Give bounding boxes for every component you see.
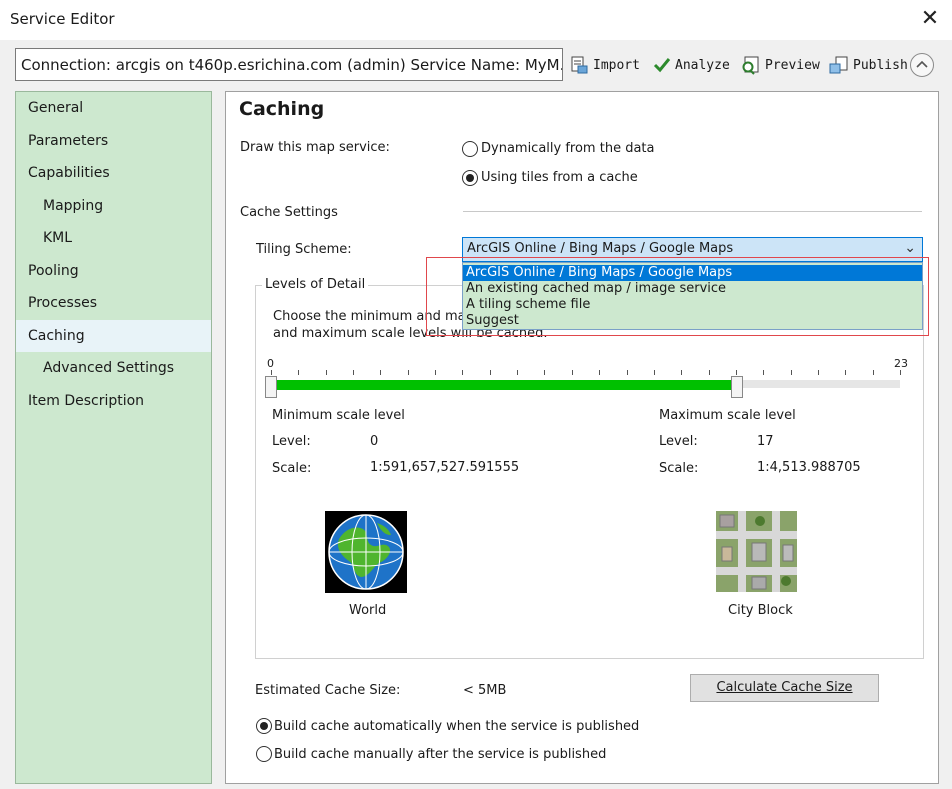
slider-tick <box>709 370 710 375</box>
sidebar-item-general[interactable]: General <box>16 92 211 124</box>
title-bar: Service Editor ✕ <box>0 0 952 40</box>
calculate-cache-size-label: Calculate Cache Size <box>716 680 853 695</box>
max-level-value: 17 <box>757 434 774 449</box>
publish-button[interactable]: Publish <box>829 52 908 78</box>
close-icon[interactable]: ✕ <box>916 4 944 34</box>
sidebar-item-capabilities[interactable]: Capabilities <box>16 157 211 189</box>
slider-tick <box>599 370 600 375</box>
radio-dynamic-label[interactable]: Dynamically from the data <box>481 141 654 156</box>
max-scale-heading: Maximum scale level <box>659 408 796 423</box>
divider <box>463 211 922 212</box>
max-level-label: Level: <box>659 434 698 449</box>
highlight-box <box>426 257 929 336</box>
sidebar: General Parameters Capabilities Mapping … <box>15 91 212 784</box>
max-scale-label: Scale: <box>659 461 699 476</box>
calculate-cache-size-button[interactable]: Calculate Cache Size <box>690 674 879 702</box>
world-caption: World <box>349 603 387 618</box>
import-button[interactable]: Import <box>569 52 640 78</box>
min-scale-value: 1:591,657,527.591555 <box>370 460 520 475</box>
radio-build-manual-label[interactable]: Build cache manually after the service i… <box>274 747 606 762</box>
preview-label: Preview <box>765 57 820 73</box>
radio-build-auto[interactable] <box>256 718 272 734</box>
city-block-caption: City Block <box>728 603 793 618</box>
slider-min-thumb[interactable] <box>265 376 277 398</box>
analyze-button[interactable]: Analyze <box>653 52 730 78</box>
chevron-down-icon[interactable]: ⌄ <box>904 240 916 256</box>
preview-icon <box>742 56 759 75</box>
max-scale-value: 1:4,513.988705 <box>757 460 861 475</box>
levels-of-detail-title: Levels of Detail <box>262 277 369 292</box>
slider-range-fill <box>276 380 736 390</box>
slider-tick <box>462 370 463 375</box>
radio-build-manual[interactable] <box>256 746 272 762</box>
sidebar-item-parameters[interactable]: Parameters <box>16 125 211 157</box>
publish-icon <box>829 56 848 74</box>
radio-dynamic[interactable] <box>462 141 478 157</box>
slider-tick <box>818 370 819 375</box>
radio-tiles[interactable] <box>462 170 478 186</box>
preview-button[interactable]: Preview <box>741 52 820 78</box>
slider-tick <box>435 370 436 375</box>
tiling-scheme-value: ArcGIS Online / Bing Maps / Google Maps <box>467 241 734 256</box>
sidebar-item-kml[interactable]: KML <box>16 222 211 254</box>
estimated-size-label: Estimated Cache Size: <box>255 683 401 698</box>
slider-tick <box>380 370 381 375</box>
checkmark-icon <box>653 58 671 73</box>
slider-tick <box>490 370 491 375</box>
chevron-up-icon <box>916 60 928 68</box>
slider-tick <box>517 370 518 375</box>
world-globe-image <box>325 511 407 593</box>
slider-tick <box>681 370 682 375</box>
sidebar-item-pooling[interactable]: Pooling <box>16 255 211 287</box>
slider-max-thumb[interactable] <box>731 376 743 398</box>
sidebar-item-processes[interactable]: Processes <box>16 287 211 319</box>
publish-label: Publish <box>853 57 908 73</box>
min-scale-label: Scale: <box>272 461 312 476</box>
city-block-image <box>716 511 797 592</box>
slider-tick <box>763 370 764 375</box>
min-level-value: 0 <box>370 434 379 449</box>
import-icon <box>571 56 588 74</box>
draw-label: Draw this map service: <box>240 140 390 155</box>
slider-tick <box>353 370 354 375</box>
slider-min-label: 0 <box>267 357 274 370</box>
slider-tick <box>271 370 272 375</box>
slider-tick <box>654 370 655 375</box>
min-scale-heading: Minimum scale level <box>272 408 405 423</box>
slider-tick <box>845 370 846 375</box>
connection-info: Connection: arcgis on t460p.esrichina.co… <box>15 48 563 81</box>
slider-tick <box>873 370 874 375</box>
slider-tick <box>627 370 628 375</box>
sidebar-item-advanced-settings[interactable]: Advanced Settings <box>16 352 211 384</box>
sidebar-item-caching[interactable]: Caching <box>16 320 211 352</box>
slider-tick <box>408 370 409 375</box>
slider-tick <box>572 370 573 375</box>
radio-build-auto-label[interactable]: Build cache automatically when the servi… <box>274 719 639 734</box>
estimated-size-value: < 5MB <box>463 683 507 698</box>
slider-tick <box>298 370 299 375</box>
slider-tick <box>791 370 792 375</box>
slider-tick <box>544 370 545 375</box>
slider-tick <box>900 370 901 375</box>
slider-max-label: 23 <box>894 357 908 370</box>
window-title: Service Editor <box>10 10 115 28</box>
slider-tick <box>326 370 327 375</box>
collapse-button[interactable] <box>910 53 934 77</box>
page-title: Caching <box>239 98 325 120</box>
cache-settings-heading: Cache Settings <box>240 205 338 220</box>
slider-tick <box>736 370 737 375</box>
analyze-label: Analyze <box>675 57 730 73</box>
tiling-scheme-label: Tiling Scheme: <box>256 242 352 257</box>
import-label: Import <box>593 57 640 73</box>
radio-tiles-label[interactable]: Using tiles from a cache <box>481 170 638 185</box>
sidebar-item-item-description[interactable]: Item Description <box>16 385 211 417</box>
min-level-label: Level: <box>272 434 311 449</box>
sidebar-item-mapping[interactable]: Mapping <box>16 190 211 222</box>
